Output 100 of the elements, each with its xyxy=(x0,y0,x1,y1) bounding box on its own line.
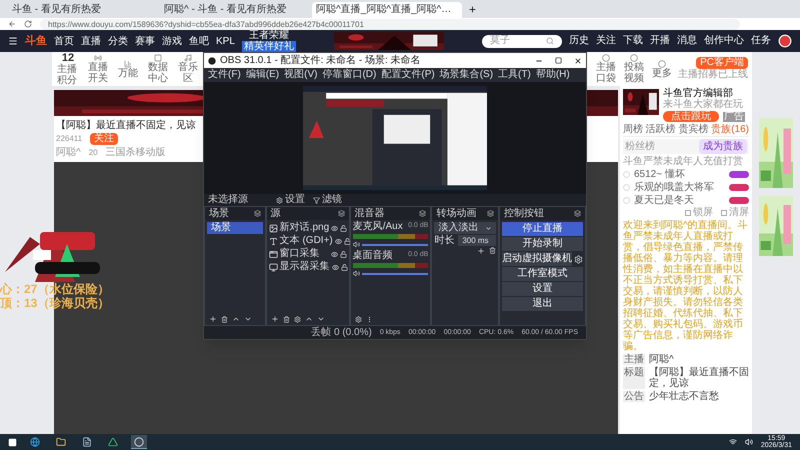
undock-icon[interactable] xyxy=(254,210,261,217)
nav-link[interactable]: 直播 xyxy=(81,34,101,48)
network-icon[interactable] xyxy=(728,438,737,446)
menu-icon[interactable] xyxy=(8,36,18,46)
menu-item[interactable]: 停靠窗口(D) xyxy=(322,70,376,80)
menu-item[interactable]: 文件(F) xyxy=(208,70,241,80)
settings-icon[interactable] xyxy=(294,316,301,322)
nav-action[interactable]: 创作中心 xyxy=(704,36,744,46)
eye-icon[interactable] xyxy=(330,250,338,258)
control-button[interactable]: 停止直播 xyxy=(502,222,583,236)
control-button[interactable]: 设置 xyxy=(502,282,583,296)
nav-action[interactable]: 关注 xyxy=(596,36,616,46)
nav-action[interactable]: 开播 xyxy=(650,36,670,46)
eye-icon[interactable] xyxy=(331,224,338,232)
volume-icon[interactable] xyxy=(744,438,753,446)
source-item[interactable]: 显示器采集 xyxy=(280,261,330,273)
nav-link[interactable]: 游戏 xyxy=(162,34,182,48)
scene-item[interactable]: 场景 xyxy=(207,222,263,234)
delete-icon[interactable] xyxy=(282,316,290,322)
toolbar-item[interactable]: 数据中心 xyxy=(146,54,170,84)
undock-icon[interactable] xyxy=(419,210,426,217)
folder-icon xyxy=(56,437,66,447)
nav-link[interactable]: 分类 xyxy=(108,34,128,48)
unlock-icon[interactable] xyxy=(340,250,347,258)
control-button[interactable]: 启动虚拟摄像机 xyxy=(502,252,572,266)
info-value: 少年壮志不言愁 xyxy=(649,391,719,402)
undock-icon[interactable] xyxy=(486,210,494,217)
control-button[interactable]: 退出 xyxy=(502,297,583,311)
nav-link[interactable]: KPL xyxy=(216,34,235,48)
add-icon[interactable] xyxy=(476,247,485,255)
down-icon[interactable] xyxy=(244,315,252,323)
add-icon[interactable] xyxy=(209,315,217,323)
undock-icon[interactable] xyxy=(338,210,345,217)
up-icon[interactable] xyxy=(232,315,240,323)
delete-icon[interactable] xyxy=(488,247,496,254)
source-toolbar-button[interactable]: 滤镜 xyxy=(313,195,342,205)
settings-icon[interactable] xyxy=(574,254,583,264)
toolbar-item[interactable]: 万能 xyxy=(116,60,140,78)
become-noble-button[interactable]: 成为贵族 xyxy=(699,139,747,154)
volume-icon[interactable] xyxy=(352,270,360,277)
delete-icon[interactable] xyxy=(221,316,228,322)
toolbar-item[interactable]: 主播口袋 xyxy=(594,54,618,84)
control-button[interactable]: 开始录制 xyxy=(502,237,583,251)
settings-icon[interactable] xyxy=(354,316,362,322)
rank-name[interactable]: 夏天已是冬天 xyxy=(634,195,694,206)
undock-icon[interactable] xyxy=(574,210,581,217)
toolbar-label[interactable]: 主播积分 xyxy=(57,64,79,86)
volume-icon[interactable] xyxy=(352,241,360,248)
menu-item[interactable]: 帮助(H) xyxy=(536,70,570,80)
browser-tab[interactable]: 阿聪^直播_阿聪^直播_阿聪^… xyxy=(312,2,462,18)
unlock-icon[interactable] xyxy=(344,238,351,244)
rank-name[interactable]: 乐观的哦盖大将军 xyxy=(634,182,714,193)
toolbar-item[interactable]: 更多 xyxy=(650,60,674,78)
source-item[interactable]: 新对话.png xyxy=(280,222,330,234)
eye-icon[interactable] xyxy=(334,238,342,244)
rank-tab[interactable]: 贵宾榜 xyxy=(678,124,708,136)
nav-link[interactable]: 鱼吧 xyxy=(189,34,209,48)
toolbar-item[interactable]: 直播开关 xyxy=(86,54,110,84)
new-tab-icon[interactable] xyxy=(468,5,477,14)
source-item[interactable]: 窗口采集 xyxy=(280,248,320,260)
transition-select[interactable]: 淡入淡出 xyxy=(434,222,496,234)
start-icon[interactable] xyxy=(8,438,17,446)
promo-tag[interactable]: 精英伴好礼 xyxy=(242,41,296,52)
room-id: 226411 xyxy=(56,133,82,145)
nav-action[interactable]: 任务 xyxy=(751,36,771,46)
nav-link[interactable]: 首页 xyxy=(54,34,74,48)
promo-title[interactable]: 王者荣耀 xyxy=(248,30,289,41)
address-field[interactable]: https://www.douyu.com/1589636?dyshid=cb55ea-dfa37abd996ddeb26e427b4c00011701 xyxy=(40,18,740,30)
site-logo[interactable]: 斗鱼 xyxy=(25,32,47,50)
source-item[interactable]: 文本 (GDI+) xyxy=(280,235,333,247)
source-toolbar-button[interactable]: 设置 xyxy=(276,195,305,205)
reload-icon[interactable] xyxy=(24,20,32,28)
rank-name[interactable]: 6512~ 懂坏 xyxy=(634,169,685,180)
toolbar-item[interactable]: 音乐区 xyxy=(176,54,200,84)
add-icon[interactable] xyxy=(270,315,279,323)
nav-link[interactable]: 赛事 xyxy=(135,34,155,48)
menu-item[interactable]: 工具(T) xyxy=(498,70,531,80)
avatar-icon[interactable] xyxy=(778,34,792,48)
down-icon[interactable] xyxy=(316,315,325,323)
menu-item[interactable]: 视图(V) xyxy=(284,70,318,80)
rank-tab[interactable]: 周榜 xyxy=(623,124,643,136)
toolbar-item[interactable]: 投稿视频 xyxy=(622,54,646,84)
nav-action[interactable]: 下载 xyxy=(623,36,643,46)
taskbar-app[interactable] xyxy=(131,435,147,449)
rank-tab[interactable]: 活跃榜 xyxy=(646,124,676,136)
menu-item[interactable]: 配置文件(P) xyxy=(381,70,435,80)
maximize-icon[interactable] xyxy=(555,56,562,64)
menu-item[interactable]: 场景集合(S) xyxy=(440,70,494,80)
nav-action[interactable]: 消息 xyxy=(677,36,697,46)
unlock-icon[interactable] xyxy=(340,224,348,232)
nav-action[interactable]: 历史 xyxy=(569,36,589,46)
control-button[interactable]: 工作室模式 xyxy=(502,267,583,281)
up-icon[interactable] xyxy=(304,315,313,323)
menu-item[interactable]: 编辑(E) xyxy=(246,70,280,80)
close-icon[interactable] xyxy=(574,56,582,64)
unlock-icon[interactable] xyxy=(340,264,348,270)
duration-field[interactable]: 300 ms xyxy=(458,235,496,246)
eye-icon[interactable] xyxy=(332,264,339,270)
search-icon[interactable] xyxy=(546,37,554,45)
back-icon[interactable] xyxy=(8,20,16,28)
